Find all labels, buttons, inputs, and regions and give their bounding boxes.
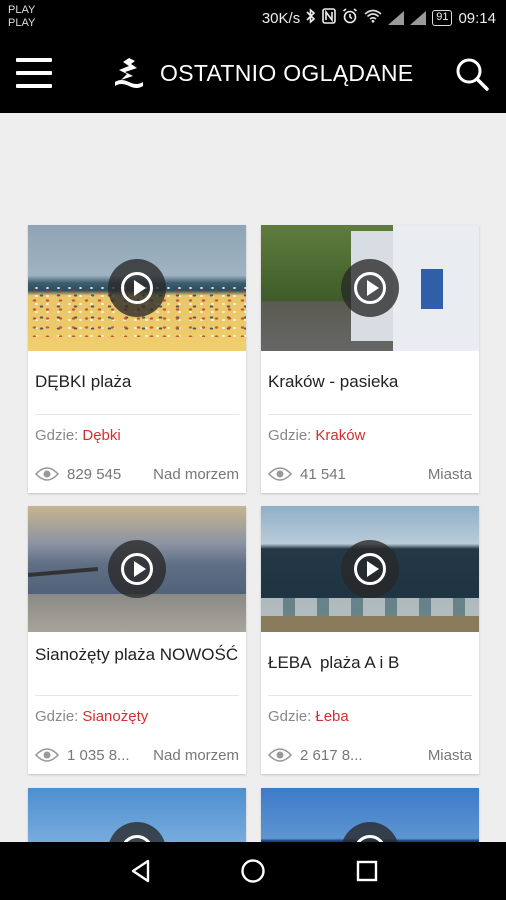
recently-watched-grid: DĘBKI plaża Gdzie: Dębki 829 545 Nad morz… bbox=[0, 113, 506, 842]
carrier-line-1: PLAY bbox=[8, 4, 36, 16]
page-title: OSTATNIO OGLĄDANE bbox=[160, 60, 414, 86]
home-icon[interactable] bbox=[240, 858, 266, 884]
battery-indicator: 91 bbox=[432, 10, 453, 26]
camera-thumbnail[interactable] bbox=[28, 225, 246, 351]
stats-row: 2 617 8... Miasta bbox=[261, 736, 479, 774]
view-count: 41 541 bbox=[300, 465, 346, 483]
view-count: 2 617 8... bbox=[300, 746, 363, 764]
location-link[interactable]: Sianożęty bbox=[82, 708, 148, 725]
play-icon[interactable] bbox=[108, 540, 166, 598]
search-icon[interactable] bbox=[454, 56, 490, 92]
camera-name[interactable]: ŁEBA plaża A i B bbox=[261, 632, 479, 695]
category-label[interactable]: Nad morzem bbox=[153, 466, 239, 483]
status-bar: PLAY PLAY 30K/s 91 09:14 bbox=[0, 0, 506, 36]
play-icon[interactable] bbox=[341, 259, 399, 317]
alarm-icon bbox=[342, 8, 358, 28]
camera-card[interactable]: Sianożęty plaża NOWOŚĆ Gdzie: Sianożęty 1… bbox=[28, 506, 246, 774]
eye-icon bbox=[268, 467, 292, 481]
play-icon[interactable] bbox=[341, 540, 399, 598]
hamburger-menu-icon[interactable] bbox=[16, 58, 52, 88]
carrier-label: PLAY PLAY bbox=[8, 4, 35, 30]
camera-card[interactable]: ŁEBA plaża A i B Gdzie: Łeba 2 617 8... M… bbox=[261, 506, 479, 774]
signal-icon-2 bbox=[410, 11, 427, 25]
app-logo-icon bbox=[113, 56, 145, 90]
category-label[interactable]: Miasta bbox=[428, 466, 472, 483]
location-row: Gdzie: Kraków bbox=[261, 415, 479, 455]
stats-row: 41 541 Miasta bbox=[261, 455, 479, 493]
eye-icon bbox=[35, 467, 59, 481]
app-bar: OSTATNIO OGLĄDANE bbox=[0, 36, 506, 113]
eye-icon bbox=[268, 748, 292, 762]
location-label: Gdzie: bbox=[35, 708, 79, 725]
location-label: Gdzie: bbox=[268, 708, 312, 725]
location-link[interactable]: Kraków bbox=[315, 427, 365, 444]
camera-thumbnail[interactable] bbox=[261, 225, 479, 351]
location-link[interactable]: Dębki bbox=[82, 427, 120, 444]
wifi-icon bbox=[364, 9, 382, 27]
location-row: Gdzie: Łeba bbox=[261, 696, 479, 736]
system-nav-bar bbox=[0, 842, 506, 900]
play-icon[interactable] bbox=[108, 822, 166, 842]
camera-card[interactable]: DĘBKI plaża Gdzie: Dębki 829 545 Nad morz… bbox=[28, 225, 246, 493]
category-label[interactable]: Miasta bbox=[428, 747, 472, 764]
location-label: Gdzie: bbox=[268, 427, 312, 444]
carrier-line-2: PLAY bbox=[8, 17, 36, 29]
camera-thumbnail[interactable] bbox=[28, 506, 246, 632]
stats-row: 829 545 Nad morzem bbox=[28, 455, 246, 493]
status-icons: 30K/s 91 09:14 bbox=[262, 8, 496, 28]
camera-name[interactable]: Kraków - pasieka bbox=[261, 351, 479, 414]
camera-thumbnail[interactable] bbox=[261, 788, 479, 842]
bluetooth-icon bbox=[306, 8, 316, 28]
camera-card[interactable] bbox=[28, 788, 246, 842]
network-speed: 30K/s bbox=[261, 9, 301, 27]
category-label[interactable]: Nad morzem bbox=[153, 747, 239, 764]
view-count: 1 035 8... bbox=[67, 746, 130, 764]
camera-card[interactable] bbox=[261, 788, 479, 842]
camera-name[interactable]: Sianożęty plaża NOWOŚĆ bbox=[28, 632, 246, 695]
camera-thumbnail[interactable] bbox=[28, 788, 246, 842]
signal-icon-1 bbox=[388, 11, 405, 25]
camera-card[interactable]: Kraków - pasieka Gdzie: Kraków 41 541 Mia… bbox=[261, 225, 479, 493]
back-icon[interactable] bbox=[128, 858, 154, 884]
play-icon[interactable] bbox=[341, 822, 399, 842]
camera-thumbnail[interactable] bbox=[261, 506, 479, 632]
location-row: Gdzie: Dębki bbox=[28, 415, 246, 455]
nfc-icon bbox=[322, 8, 337, 28]
camera-name[interactable]: DĘBKI plaża bbox=[28, 351, 246, 414]
location-label: Gdzie: bbox=[35, 427, 79, 444]
view-count: 829 545 bbox=[67, 465, 122, 483]
location-row: Gdzie: Sianożęty bbox=[28, 696, 246, 736]
recent-apps-icon[interactable] bbox=[354, 858, 380, 884]
location-link[interactable]: Łeba bbox=[315, 708, 348, 725]
stats-row: 1 035 8... Nad morzem bbox=[28, 736, 246, 774]
eye-icon bbox=[35, 748, 59, 762]
play-icon[interactable] bbox=[108, 259, 166, 317]
clock: 09:14 bbox=[458, 9, 496, 27]
